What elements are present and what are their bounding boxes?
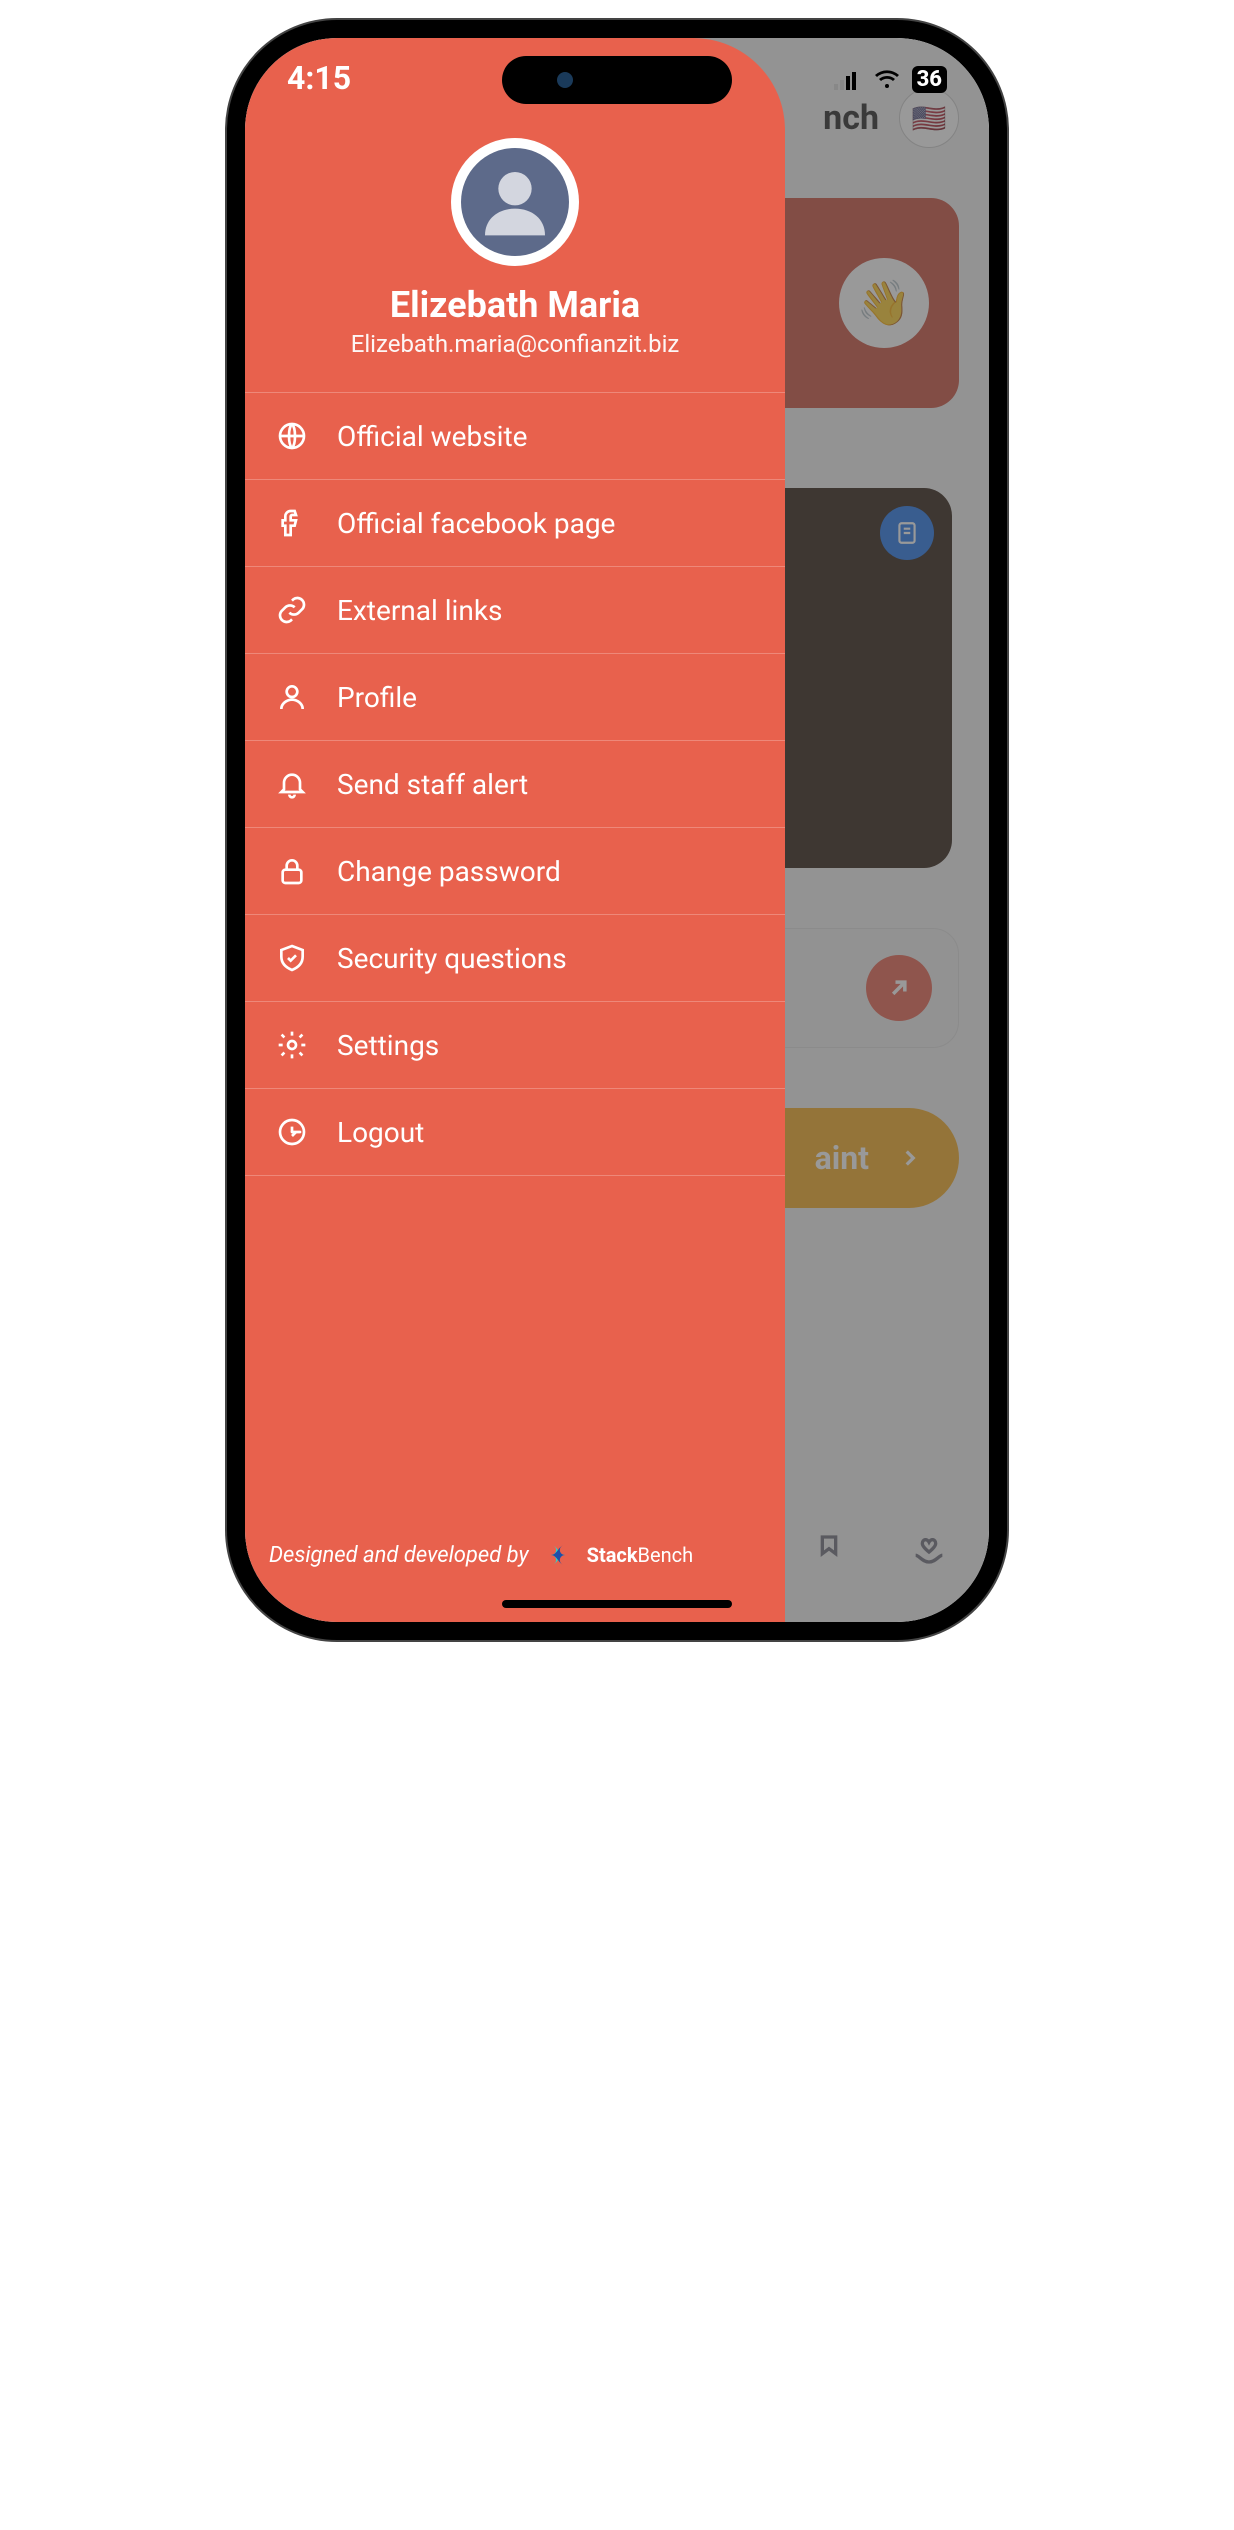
menu-item-external-links[interactable]: External links [245,566,785,653]
profile-email: Elizebath.maria@confianzit.biz [351,330,680,358]
drawer-menu: Official website Official facebook page … [245,392,785,1176]
link-icon [275,593,309,627]
menu-item-security-questions[interactable]: Security questions [245,914,785,1001]
menu-label: Send staff alert [337,768,528,801]
phone-screen: nch 🇺🇸 👋 ht hj [245,38,989,1622]
status-bar-right: 36 [834,66,947,93]
person-icon [275,680,309,714]
menu-item-change-password[interactable]: Change password [245,827,785,914]
cellular-icon [834,70,862,90]
menu-item-official-website[interactable]: Official website [245,392,785,479]
facebook-icon [275,506,309,540]
menu-item-facebook-page[interactable]: Official facebook page [245,479,785,566]
menu-label: Change password [337,855,561,888]
gear-icon [275,1028,309,1062]
shield-icon [275,941,309,975]
menu-item-logout[interactable]: Logout [245,1088,785,1176]
menu-label: Official website [337,420,528,453]
bell-icon [275,767,309,801]
lock-icon [275,854,309,888]
menu-item-profile[interactable]: Profile [245,653,785,740]
avatar-placeholder-icon [461,148,569,256]
logout-icon [275,1115,309,1149]
footer-text: Designed and developed by [269,1543,529,1568]
dynamic-island [502,56,732,104]
menu-label: External links [337,594,502,627]
status-time: 4:15 [287,59,351,97]
footer-brand: StackBench [587,1543,694,1567]
menu-label: Logout [337,1116,424,1149]
profile-name: Elizebath Maria [390,284,640,326]
profile-header[interactable]: Elizebath Maria Elizebath.maria@confianz… [245,108,785,384]
globe-icon [275,419,309,453]
menu-label: Profile [337,681,417,714]
phone-frame: nch 🇺🇸 👋 ht hj [227,20,1007,1640]
home-indicator[interactable] [502,1600,732,1608]
avatar[interactable] [451,138,579,266]
menu-label: Security questions [337,942,567,975]
menu-item-send-staff-alert[interactable]: Send staff alert [245,740,785,827]
menu-label: Settings [337,1029,439,1062]
wifi-icon [874,70,900,90]
navigation-drawer: 4:15 Elizebath Maria Elizebath.maria@con… [245,38,785,1622]
menu-label: Official facebook page [337,507,615,540]
menu-item-settings[interactable]: Settings [245,1001,785,1088]
stackbench-logo-icon [541,1538,575,1572]
battery-indicator: 36 [912,66,947,93]
